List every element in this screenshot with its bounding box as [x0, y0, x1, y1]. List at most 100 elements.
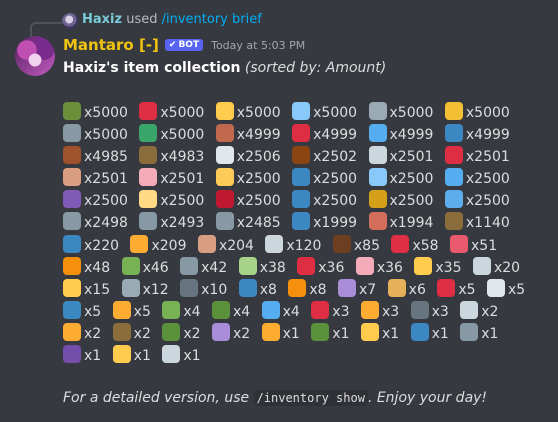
- ring-icon: [63, 190, 81, 209]
- lollipop-icon: [437, 278, 456, 297]
- memo-icon: [460, 300, 479, 319]
- item-amount: x1: [282, 325, 300, 342]
- rod-purple-icon: [211, 322, 230, 341]
- shrine-icon: [410, 300, 429, 319]
- inventory-item: x48: [63, 256, 110, 276]
- item-amount: x51: [471, 237, 498, 254]
- username[interactable]: Mantaro [-]: [63, 36, 159, 54]
- item-amount: x2501: [389, 149, 434, 166]
- item-amount: x2506: [236, 149, 281, 166]
- ticket-icon: [139, 102, 158, 120]
- wood-icon: [332, 234, 351, 253]
- inventory-item: x5: [112, 300, 151, 320]
- reply-username[interactable]: Haxiz: [82, 12, 122, 27]
- item-amount: x5: [84, 303, 102, 320]
- item-amount: x8: [259, 281, 277, 298]
- item-amount: x15: [84, 281, 111, 298]
- inventory-item: x5000: [215, 102, 281, 121]
- item-amount: x5000: [313, 105, 358, 121]
- inventory-item: x2500: [292, 190, 357, 209]
- inventory-item: x2500: [63, 190, 128, 210]
- item-amount: x85: [353, 237, 380, 254]
- item-list: x5000 x5000 x5000 x5000 x5000 x5000 x500…: [63, 102, 543, 367]
- reply-avatar[interactable]: [62, 13, 78, 29]
- star-icon: [261, 322, 280, 341]
- inventory-item: x8: [238, 278, 277, 298]
- pickaxe-icon: [139, 146, 158, 165]
- item-amount: x58: [412, 237, 439, 254]
- inventory-item: x2500: [215, 190, 281, 209]
- inventory-item: x5000: [139, 102, 204, 121]
- pickaxe2-icon: [112, 322, 131, 341]
- inventory-item: x5000: [63, 102, 128, 121]
- item-amount: x220: [84, 237, 120, 254]
- item-amount: x2500: [313, 171, 358, 188]
- item-amount: x1: [381, 325, 400, 342]
- reply-context[interactable]: Haxiz used /inventory brief: [82, 12, 262, 27]
- avatar[interactable]: [15, 36, 55, 76]
- pick-icon: [444, 212, 463, 231]
- inventory-item: x4: [261, 300, 300, 320]
- shoe-icon: [444, 146, 463, 165]
- inventory-item: x4983: [139, 146, 204, 165]
- item-amount: x3: [332, 303, 350, 320]
- timestamp[interactable]: Today at 5:03 PM: [211, 39, 305, 52]
- item-amount: x4: [183, 303, 201, 320]
- music-icon: [180, 256, 199, 275]
- item-amount: x5: [458, 281, 476, 298]
- pipe-icon: [292, 212, 311, 231]
- inventory-item: x3: [410, 300, 449, 320]
- leaf-icon: [121, 256, 140, 275]
- item-amount: x2498: [84, 215, 128, 232]
- item-amount: x2500: [465, 171, 510, 188]
- web-icon: [121, 278, 140, 297]
- chocolate-icon: [292, 146, 311, 165]
- wrench-icon: [63, 124, 81, 143]
- moneybag-icon: [215, 168, 234, 187]
- inventory-item: x4: [211, 300, 250, 320]
- footer-command: /inventory show: [253, 390, 368, 406]
- inventory-item: x15: [63, 278, 111, 298]
- inventory-item: x10: [180, 278, 228, 298]
- inventory-item: x4999: [292, 124, 357, 143]
- item-amount: x1140: [465, 215, 510, 232]
- item-amount: x20: [493, 259, 521, 276]
- inventory-item: x4999: [368, 124, 434, 144]
- item-amount: x2502: [313, 149, 358, 166]
- bread-icon: [387, 278, 406, 297]
- item-amount: x4999: [465, 127, 510, 144]
- bell-icon: [360, 300, 379, 319]
- item-amount: x36: [318, 259, 345, 276]
- item-amount: x1: [481, 325, 499, 342]
- inventory-item: x2498: [63, 212, 128, 232]
- inventory-item: x2501: [139, 168, 204, 187]
- newspaper-icon: [368, 146, 387, 165]
- inventory-item: x5000: [292, 102, 358, 121]
- squid-icon: [450, 234, 468, 253]
- item-amount: x5: [507, 281, 526, 298]
- rod-blue-icon: [261, 300, 280, 319]
- verified-check-icon: ✔: [168, 40, 177, 50]
- inventory-item: x2: [63, 322, 101, 342]
- inventory-item: x58: [391, 234, 439, 254]
- item-amount: x2: [133, 325, 151, 342]
- tree-icon: [162, 300, 181, 319]
- item-amount: x10: [201, 281, 228, 298]
- sake-icon: [292, 102, 311, 120]
- inventory-item: x2: [162, 322, 201, 342]
- item-amount: x4999: [389, 127, 434, 144]
- item-amount: x2500: [84, 193, 128, 210]
- sparkles-icon: [112, 300, 131, 319]
- item-amount: x2500: [160, 193, 205, 210]
- inventory-item: x2500: [368, 168, 433, 187]
- inventory-item: x1999: [292, 212, 357, 231]
- reply-command[interactable]: /inventory brief: [162, 12, 262, 27]
- item-amount: x2500: [236, 171, 281, 188]
- footer-pre: For a detailed version, use: [63, 390, 250, 406]
- inventory-item: x2500: [368, 190, 433, 209]
- inventory-item: x4: [162, 300, 201, 320]
- inventory-item: x5000: [63, 124, 128, 143]
- dress-icon: [444, 168, 463, 187]
- pear-icon: [238, 256, 257, 275]
- item-amount: x2500: [465, 193, 510, 210]
